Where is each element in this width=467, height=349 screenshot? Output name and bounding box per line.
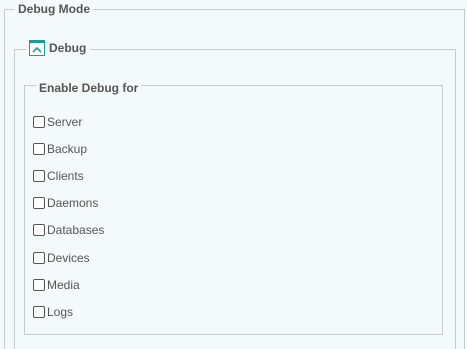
- debug-panel-header[interactable]: Debug: [26, 40, 91, 56]
- checkbox-label: Daemons: [47, 196, 99, 211]
- checkbox-label: Databases: [47, 223, 105, 238]
- enable-debug-group-title: Enable Debug for: [36, 81, 142, 95]
- debug-mode-title: Debug Mode: [15, 2, 93, 16]
- checkbox-label: Media: [47, 277, 80, 292]
- debug-option-devices[interactable]: Devices: [33, 244, 104, 271]
- checkbox[interactable]: [33, 169, 45, 182]
- checkbox-label: Clients: [47, 168, 84, 183]
- checkbox[interactable]: [33, 305, 45, 318]
- debug-option-media[interactable]: Media: [33, 271, 104, 298]
- checkbox-label: Backup: [47, 141, 88, 156]
- debug-option-server[interactable]: Server: [33, 108, 104, 135]
- checkbox-label: Logs: [47, 304, 74, 319]
- checkbox[interactable]: [33, 142, 45, 155]
- debug-panel-title: Debug: [49, 41, 87, 55]
- chevron-up-glyph: [32, 46, 42, 53]
- checkbox[interactable]: [33, 197, 45, 210]
- debug-option-clients[interactable]: Clients: [33, 162, 104, 189]
- checkbox[interactable]: [33, 251, 45, 264]
- checkbox[interactable]: [33, 278, 45, 291]
- checkbox[interactable]: [33, 224, 45, 237]
- checkbox-label: Server: [47, 114, 83, 129]
- debug-option-logs[interactable]: Logs: [33, 298, 104, 325]
- checkbox[interactable]: [33, 115, 45, 128]
- chevron-up-icon[interactable]: [29, 40, 45, 56]
- debug-options-list: Server Backup Clients Daemons Databases …: [33, 108, 104, 326]
- debug-option-databases[interactable]: Databases: [33, 217, 104, 244]
- debug-option-backup[interactable]: Backup: [33, 135, 104, 162]
- debug-option-daemons[interactable]: Daemons: [33, 190, 104, 217]
- checkbox-label: Devices: [47, 250, 90, 265]
